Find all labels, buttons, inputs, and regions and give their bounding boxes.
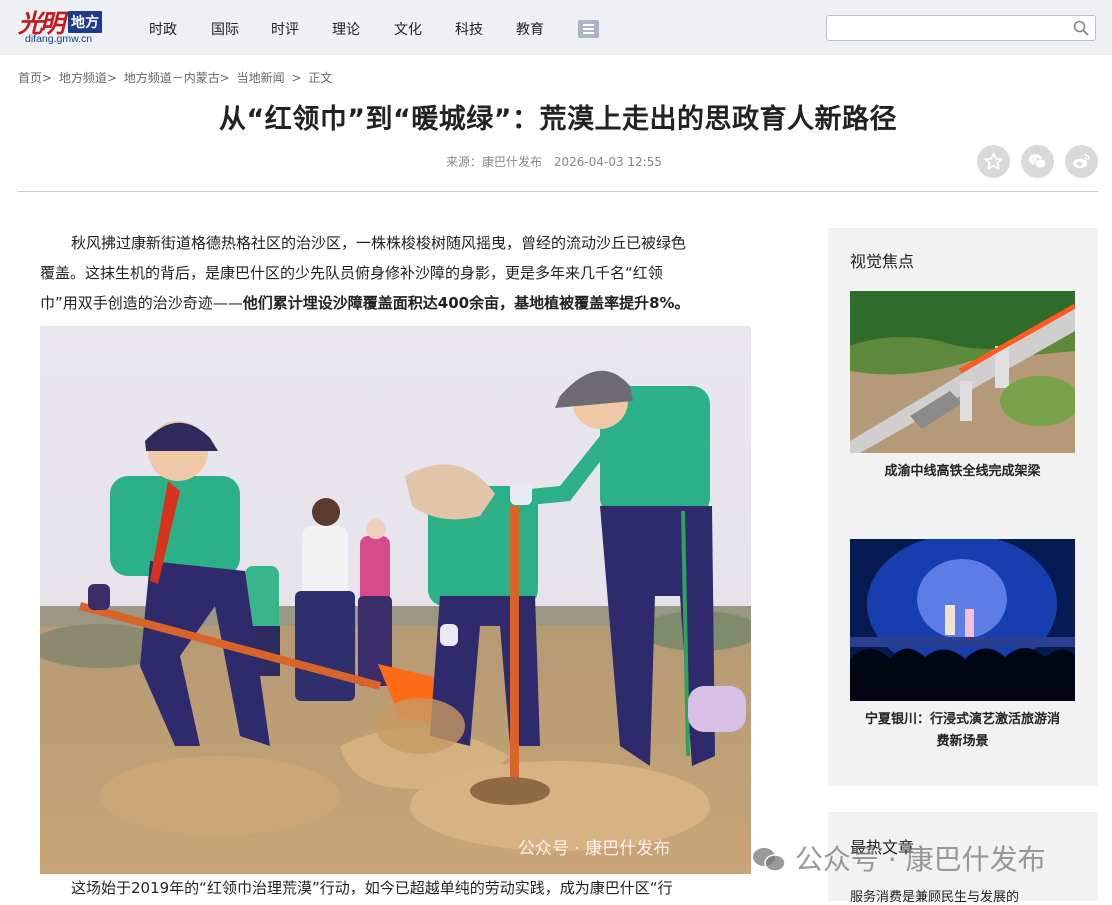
article-datetime: 2026-04-03 12:55	[553, 155, 662, 169]
weibo-icon	[1072, 153, 1090, 169]
search-box	[826, 15, 1096, 41]
intro-line-1: 秋风拂过康新街道格德热格社区的治沙区，一株株梭梭树随风摇曳，曾经的流动沙丘已被绿…	[71, 234, 687, 252]
weibo-share-button[interactable]	[1065, 145, 1098, 178]
wechat-watermark-icon	[752, 846, 786, 872]
article-source: 来源：康巴什发布	[446, 155, 543, 169]
intro-line-3-plain: 巾”用双手创造的治沙奇迹——	[40, 294, 243, 312]
hot-article-item[interactable]: 服务消费是兼顾民生与发展的	[850, 886, 1019, 905]
breadcrumb-home[interactable]: 首页>	[18, 71, 52, 85]
breadcrumb-local[interactable]: 地方频道>	[59, 71, 117, 85]
wechat-icon	[1028, 154, 1047, 169]
breadcrumb-inner-mongolia[interactable]: 地方频道－内蒙古>	[124, 71, 230, 85]
photo-watermark: 公众号 · 康巴什发布	[518, 839, 671, 859]
search-input[interactable]	[831, 18, 1070, 38]
sidebar-visual-focus: 视觉焦点 成渝中线高铁全线完成架梁 宁夏银川：行浸式演艺激活旅游消 费新场景	[828, 228, 1098, 786]
title-divider	[18, 191, 1098, 192]
top-navigation-bar: 光明 地方 difang.gmw.cn 时政 国际 时评 理论 文化 科技 教育	[0, 0, 1112, 55]
page-watermark-text: 公众号 · 康巴什发布	[794, 843, 1046, 876]
caption-yinchuan-line-2: 费新场景	[936, 734, 989, 749]
breadcrumb-local-news[interactable]: 当地新闻	[237, 71, 285, 85]
nav-item-shizheng[interactable]: 时政	[149, 19, 177, 39]
thumb-railway-bridge[interactable]	[850, 291, 1075, 453]
photo-scene	[40, 326, 751, 874]
breadcrumb-current: 正文	[308, 71, 333, 85]
intro-highlight: 他们累计埋设沙障覆盖面积达400余亩，基地植被覆盖率提升8%。	[242, 294, 690, 312]
menu-list-icon[interactable]	[578, 20, 599, 38]
logo-url: difang.gmw.cn	[25, 33, 93, 45]
intro-line-2: 覆盖。这抹生机的背后，是康巴什区的少先队员俯身修补沙障的身影，更是多年来几千名“…	[40, 264, 663, 282]
logo-tag: 地方	[68, 11, 102, 33]
site-logo[interactable]: 光明 地方 difang.gmw.cn	[16, 4, 111, 50]
caption-yinchuan-line-1: 宁夏银川：行浸式演艺激活旅游消	[864, 712, 1060, 727]
nav-item-lilun[interactable]: 理论	[332, 19, 360, 39]
favorite-button[interactable]	[977, 145, 1010, 178]
search-icon[interactable]	[1073, 20, 1089, 36]
breadcrumb: 首页> 地方频道> 地方频道－内蒙古> 当地新闻 > 正文	[18, 69, 335, 86]
article-photo: 公众号 · 康巴什发布	[40, 326, 751, 874]
breadcrumb-sep: >	[291, 71, 302, 85]
article-title: 从“红领巾”到“暖城绿”：荒漠上走出的思政育人新路径	[219, 104, 897, 135]
nav-item-keji[interactable]: 科技	[455, 19, 483, 39]
next-paragraph: 这场始于2019年的“红领巾治理荒漠”行动，如今已超越单纯的劳动实践，成为康巴什…	[71, 879, 673, 897]
star-icon	[984, 152, 1003, 170]
article-meta: 来源：康巴什发布 2026-04-03 12:55	[446, 153, 670, 170]
nav-item-wenhua[interactable]: 文化	[394, 19, 422, 39]
thumb-caption-yinchuan[interactable]: 宁夏银川：行浸式演艺激活旅游消 费新场景	[850, 709, 1075, 753]
thumb-caption-railway[interactable]: 成渝中线高铁全线完成架梁	[850, 461, 1075, 483]
sidebar-section-title: 视觉焦点	[850, 252, 915, 271]
wechat-share-button[interactable]	[1021, 145, 1054, 178]
nav-item-shiping[interactable]: 时评	[271, 19, 299, 39]
thumb-stage-performance[interactable]	[850, 539, 1075, 701]
intro-line-3: 巾”用双手创造的治沙奇迹——他们累计埋设沙障覆盖面积达400余亩，基地植被覆盖率…	[40, 288, 750, 318]
nav-item-guoji[interactable]: 国际	[211, 19, 239, 39]
page-watermark: 公众号 · 康巴什发布	[752, 838, 1046, 878]
nav-item-jiaoyu[interactable]: 教育	[516, 19, 544, 39]
